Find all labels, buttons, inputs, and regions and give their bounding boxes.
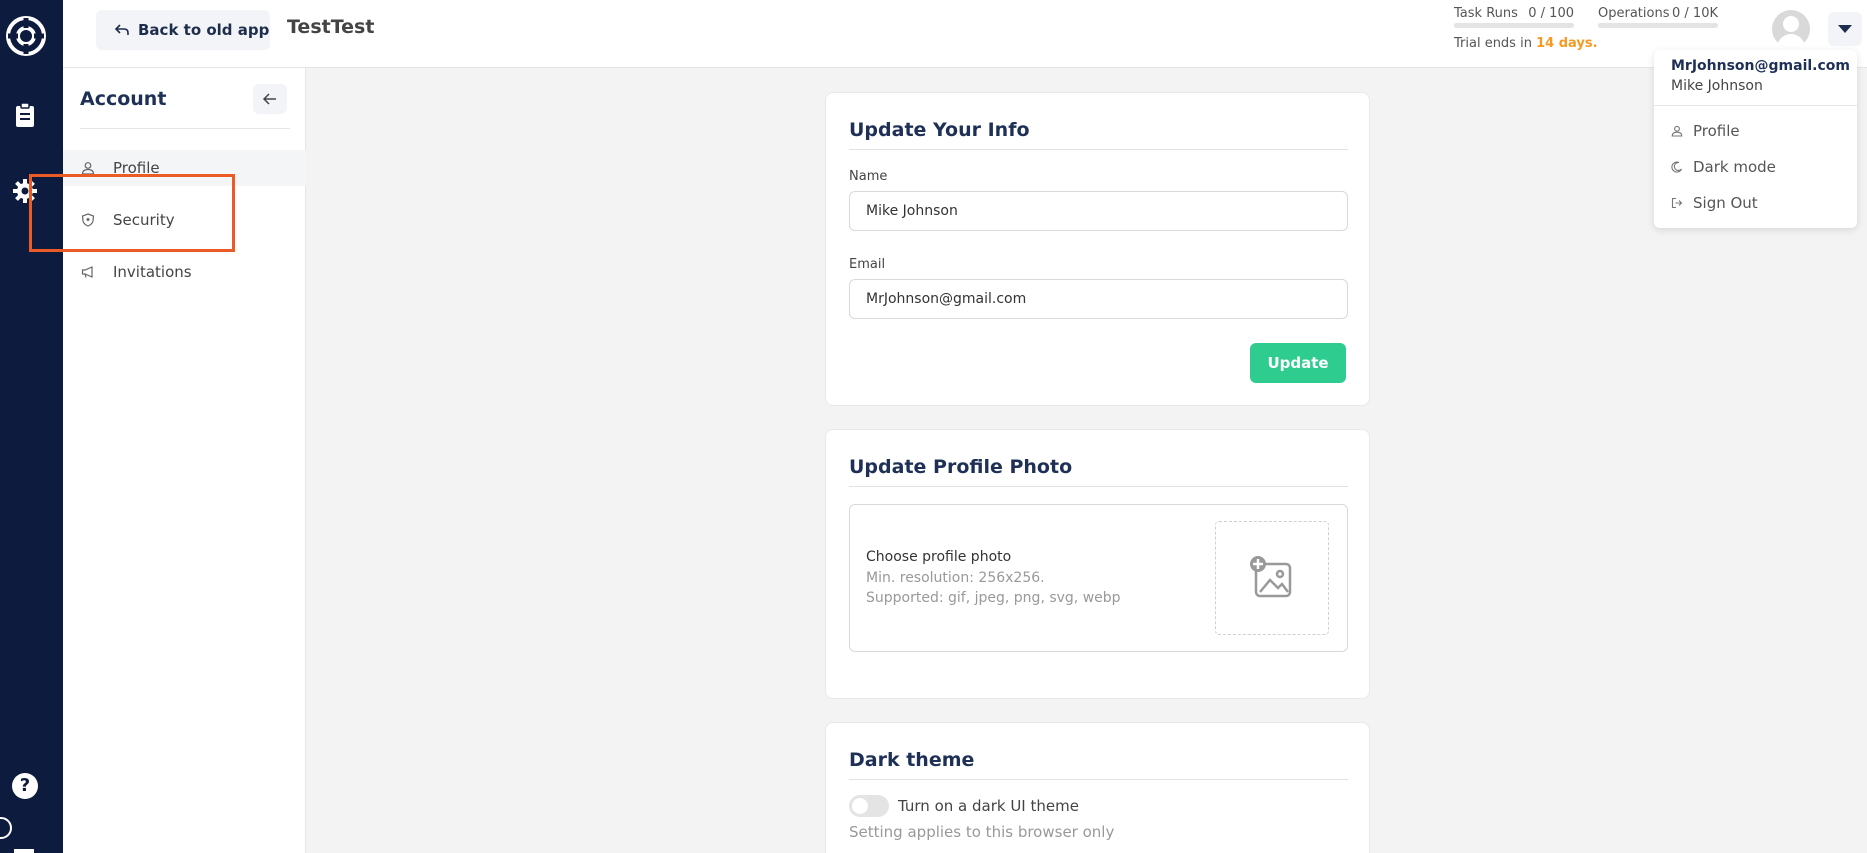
choose-photo-text: Choose profile photo: [866, 549, 1012, 565]
app-logo-icon[interactable]: [5, 15, 47, 57]
return-arrow-icon: [114, 24, 129, 35]
dark-theme-note: Setting applies to this browser only: [849, 823, 1115, 841]
arrow-left-icon: [262, 93, 276, 105]
min-resolution-text: Min. resolution: 256x256.: [866, 570, 1045, 586]
photo-dropzone[interactable]: [1215, 521, 1329, 635]
photo-upload-box[interactable]: Choose profile photo Min. resolution: 25…: [849, 504, 1348, 652]
dropdown-item-profile[interactable]: Profile: [1671, 122, 1740, 140]
card-divider: [849, 486, 1348, 487]
dark-theme-toggle-label: Turn on a dark UI theme: [898, 797, 1079, 815]
clipboard-icon[interactable]: [12, 102, 38, 128]
top-bar: Back to old app TestTest Task Runs 0 / 1…: [63, 0, 1867, 68]
sign-out-icon: [1671, 197, 1683, 209]
task-runs-label: Task Runs: [1454, 6, 1518, 21]
task-runs-usage: Task Runs 0 / 100: [1454, 6, 1574, 28]
email-field[interactable]: MrJohnson@gmail.com: [849, 279, 1348, 319]
back-to-old-app-button[interactable]: Back to old app: [96, 10, 270, 50]
name-field[interactable]: Mike Johnson: [849, 191, 1348, 231]
account-menu-toggle[interactable]: [1828, 12, 1862, 46]
sidebar-item-invitations[interactable]: Invitations: [63, 254, 306, 290]
trial-days: 14 days.: [1536, 36, 1598, 51]
caret-down-icon: [1838, 25, 1852, 33]
dropdown-item-label: Sign Out: [1693, 194, 1758, 212]
avatar-body: [1777, 34, 1805, 48]
dropdown-item-label: Profile: [1693, 122, 1740, 140]
trial-prefix: Trial ends in: [1454, 36, 1532, 51]
avatar-head: [1783, 16, 1799, 32]
card-divider: [849, 149, 1348, 150]
name-label: Name: [849, 169, 888, 184]
update-button[interactable]: Update: [1250, 343, 1346, 383]
dark-theme-toggle[interactable]: [849, 795, 889, 817]
update-info-card: Update Your Info Name Mike Johnson Email…: [825, 92, 1370, 406]
supported-formats-text: Supported: gif, jpeg, png, svg, webp: [866, 590, 1121, 606]
dark-theme-card: Dark theme Turn on a dark UI theme Setti…: [825, 722, 1370, 853]
avatar[interactable]: [1772, 10, 1810, 48]
trial-notice: Trial ends in 14 days.: [1454, 36, 1598, 51]
help-icon[interactable]: ?: [12, 773, 38, 799]
task-runs-value: 0 / 100: [1528, 6, 1574, 21]
update-photo-card: Update Profile Photo Choose profile phot…: [825, 429, 1370, 699]
back-to-old-app-label: Back to old app: [138, 21, 270, 39]
update-photo-title: Update Profile Photo: [849, 456, 1073, 478]
operations-usage: Operations 0 / 10K: [1598, 6, 1718, 28]
user-icon: [81, 162, 95, 175]
user-circle-icon[interactable]: [0, 817, 12, 839]
email-label: Email: [849, 257, 886, 272]
dropdown-email: MrJohnson@gmail.com: [1671, 58, 1850, 74]
operations-label: Operations: [1598, 6, 1670, 21]
moon-icon: [1671, 161, 1683, 173]
megaphone-icon: [81, 266, 93, 278]
dropdown-item-label: Dark mode: [1693, 158, 1776, 176]
apps-grid-icon[interactable]: [14, 849, 34, 853]
dropdown-item-dark-mode[interactable]: Dark mode: [1671, 158, 1776, 176]
security-highlight-box: [29, 174, 235, 252]
sidebar-item-label: Invitations: [113, 263, 192, 281]
dropdown-username: Mike Johnson: [1671, 78, 1763, 94]
dropdown-divider: [1654, 105, 1857, 106]
app-title: TestTest: [287, 16, 375, 38]
account-dropdown: MrJohnson@gmail.com Mike Johnson Profile…: [1654, 50, 1857, 228]
sidebar-heading: Account: [80, 88, 167, 110]
operations-value: 0 / 10K: [1672, 6, 1718, 21]
left-rail: ?: [0, 0, 63, 853]
dark-theme-title: Dark theme: [849, 749, 975, 771]
card-divider: [849, 779, 1348, 780]
add-image-icon: [1250, 556, 1292, 598]
sidebar-divider: [80, 128, 290, 129]
dropdown-item-sign-out[interactable]: Sign Out: [1671, 194, 1758, 212]
operations-bar: [1598, 23, 1718, 28]
task-runs-bar: [1454, 23, 1574, 28]
user-icon: [1671, 125, 1683, 137]
update-info-title: Update Your Info: [849, 119, 1030, 141]
collapse-sidebar-button[interactable]: [253, 84, 287, 114]
